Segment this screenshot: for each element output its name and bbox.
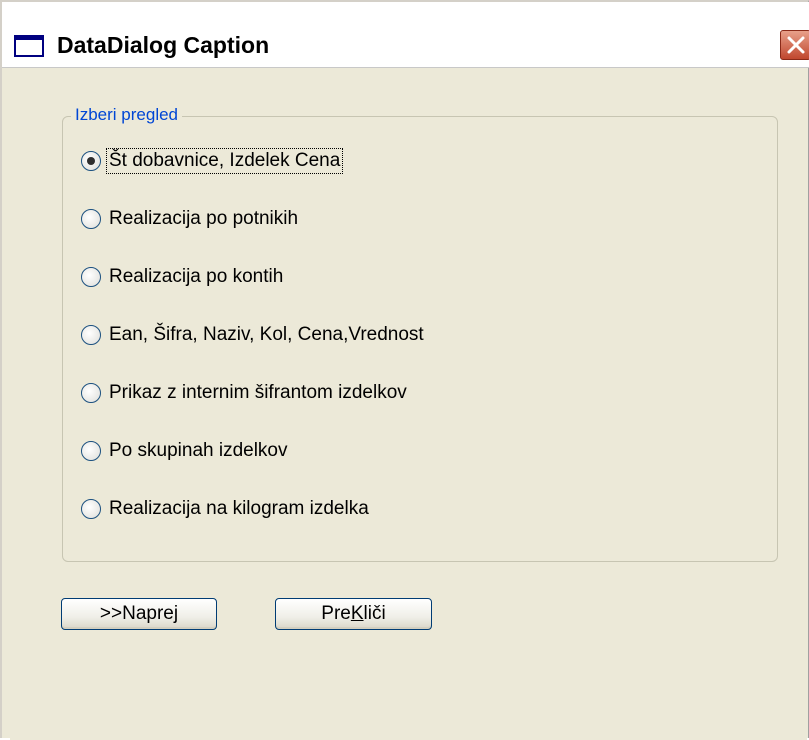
radio-button-icon[interactable]: [81, 267, 101, 287]
cancel-label-suffix: liči: [363, 603, 386, 624]
radio-button-icon[interactable]: [81, 499, 101, 519]
cancel-button[interactable]: Pre Kliči: [275, 598, 432, 630]
radio-label: Realizacija na kilogram izdelka: [109, 498, 369, 519]
cancel-label-prefix: Pre: [321, 603, 351, 624]
title-bar[interactable]: DataDialog Caption: [2, 2, 809, 68]
radio-button-icon[interactable]: [81, 209, 101, 229]
radio-label: Realizacija po kontih: [109, 266, 284, 287]
radio-option-4[interactable]: Prikaz z internim šifrantom izdelkov: [81, 380, 409, 406]
radio-option-0[interactable]: Št dobavnice, Izdelek Cena: [81, 148, 344, 174]
dialog-window: DataDialog Caption Izberi pregled Št dob…: [0, 0, 809, 740]
next-button[interactable]: >>Naprej: [61, 598, 217, 630]
radio-option-2[interactable]: Realizacija po kontih: [81, 264, 285, 290]
window-icon: [14, 35, 44, 57]
close-button[interactable]: [780, 30, 809, 60]
radio-option-6[interactable]: Realizacija na kilogram izdelka: [81, 496, 371, 522]
window-title: DataDialog Caption: [57, 32, 270, 58]
radio-button-icon[interactable]: [81, 383, 101, 403]
radio-label: Po skupinah izdelkov: [109, 440, 288, 461]
radio-button-icon[interactable]: [81, 441, 101, 461]
radio-label: Realizacija po potnikih: [109, 208, 299, 229]
radio-label: Prikaz z internim šifrantom izdelkov: [109, 382, 407, 403]
radio-label: Ean, Šifra, Naziv, Kol, Cena,Vrednost: [109, 324, 424, 345]
cancel-label-mnemonic: K: [350, 603, 364, 624]
view-selection-group: Izberi pregled Št dobavnice, Izdelek Cen…: [62, 105, 778, 562]
radio-option-3[interactable]: Ean, Šifra, Naziv, Kol, Cena,Vrednost: [81, 322, 426, 348]
radio-option-5[interactable]: Po skupinah izdelkov: [81, 438, 290, 464]
radio-option-1[interactable]: Realizacija po potnikih: [81, 206, 300, 232]
dialog-client-area: Izberi pregled Št dobavnice, Izdelek Cen…: [10, 68, 807, 740]
group-legend: Izberi pregled: [71, 105, 183, 125]
radio-button-icon[interactable]: [81, 325, 101, 345]
radio-label: Št dobavnice, Izdelek Cena: [105, 148, 344, 174]
radio-button-icon[interactable]: [81, 151, 101, 171]
close-icon: [787, 36, 805, 54]
